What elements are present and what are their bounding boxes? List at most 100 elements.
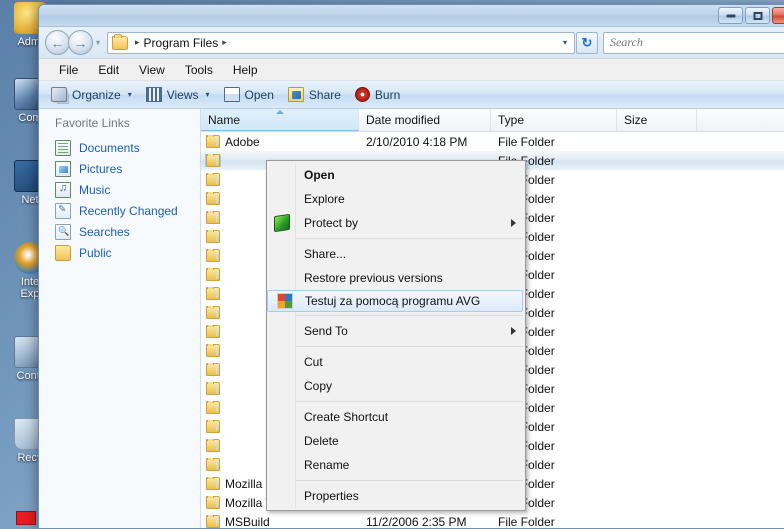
- column-header-label: Type: [498, 113, 525, 127]
- context-menu-item-create-shortcut[interactable]: Create Shortcut: [296, 405, 525, 429]
- folder-icon: [206, 230, 220, 243]
- title-bar[interactable]: [39, 5, 784, 27]
- toolbar-label: Share: [308, 87, 341, 102]
- breadcrumb[interactable]: ▸ Program Files ▸ ▾: [107, 31, 575, 54]
- minimize-button[interactable]: [718, 7, 743, 24]
- context-menu-item-label: Create Shortcut: [304, 410, 389, 424]
- music-icon: [55, 181, 71, 198]
- context-menu-item-open[interactable]: Open: [296, 163, 525, 187]
- file-name-label: MSBuild: [225, 514, 270, 529]
- context-menu-items: Open Explore Protect by Share... Restore pre…: [267, 163, 525, 508]
- toolbar-label: Views: [166, 87, 199, 102]
- toolbar-organize-button[interactable]: Organize ▾: [45, 84, 138, 106]
- context-menu-separator: [296, 401, 523, 402]
- sidebar-item-music[interactable]: Music: [39, 179, 200, 200]
- context-menu-item-label: Explore: [304, 192, 345, 206]
- menu-bar: File Edit View Tools Help: [39, 59, 784, 81]
- folder-icon: [206, 439, 220, 452]
- maximize-button[interactable]: [745, 7, 770, 24]
- file-name-cell: MSBuild: [201, 514, 359, 529]
- close-button[interactable]: [772, 7, 784, 24]
- breadcrumb-dropdown-icon[interactable]: ▾: [558, 38, 572, 47]
- burn-icon: [354, 87, 370, 102]
- documents-icon: [55, 139, 71, 156]
- folder-icon: [206, 268, 220, 281]
- sidebar-item-label: Documents: [79, 140, 140, 155]
- folder-icon: [206, 420, 220, 433]
- folder-icon: [206, 382, 220, 395]
- context-menu-separator: [296, 315, 523, 316]
- sidebar-items: Documents Pictures Music Recently Changed Se…: [39, 137, 200, 263]
- context-menu-separator: [296, 346, 523, 347]
- file-date-cell: 2/10/2010 4:18 PM: [366, 134, 468, 149]
- menu-tools[interactable]: Tools: [175, 59, 223, 81]
- sidebar-item-searches[interactable]: Searches: [39, 221, 200, 242]
- file-date-cell: 11/2/2006 2:35 PM: [366, 514, 467, 529]
- toolbar-share-button[interactable]: Share: [282, 84, 347, 106]
- breadcrumb-item-program-files[interactable]: Program Files: [144, 36, 219, 50]
- taskbar-red-marker: [16, 511, 36, 525]
- breadcrumb-separator-1: ▸: [222, 37, 227, 47]
- protect-by-icon: [274, 213, 290, 233]
- folder-icon: [112, 33, 128, 50]
- folder-icon: [206, 211, 220, 224]
- forward-arrow-icon: →: [73, 34, 88, 51]
- refresh-button[interactable]: ↻: [576, 31, 598, 54]
- menu-view[interactable]: View: [129, 59, 175, 81]
- folder-icon: [206, 173, 220, 186]
- recent-pages-dropdown[interactable]: ▾: [93, 38, 103, 47]
- folder-icon: [206, 344, 220, 357]
- context-menu-item-rename[interactable]: Rename: [296, 453, 525, 477]
- forward-button[interactable]: →: [68, 30, 93, 55]
- sidebar-item-public[interactable]: Public: [39, 242, 200, 263]
- context-menu-item-label: Testuj za pomocą programu AVG: [305, 294, 481, 308]
- sidebar-item-label: Searches: [79, 224, 130, 239]
- folder-icon: [206, 514, 220, 528]
- folder-icon: [206, 325, 220, 338]
- sidebar-item-documents[interactable]: Documents: [39, 137, 200, 158]
- table-row[interactable]: Adobe 2/10/2010 4:18 PM File Folder: [201, 132, 784, 151]
- chevron-right-icon: [511, 219, 516, 227]
- menu-help[interactable]: Help: [223, 59, 268, 81]
- views-icon: [145, 87, 162, 102]
- context-menu-item-restore-previous-versions[interactable]: Restore previous versions: [296, 266, 525, 290]
- context-menu-item-properties[interactable]: Properties: [296, 484, 525, 508]
- search-box[interactable]: [603, 31, 784, 54]
- sidebar-item-label: Recently Changed: [79, 203, 178, 218]
- back-button[interactable]: ←: [45, 30, 70, 55]
- file-type-cell: File Folder: [498, 514, 555, 529]
- toolbar-label: Burn: [374, 87, 401, 102]
- folder-icon: [206, 287, 220, 300]
- sidebar-item-recently-changed[interactable]: Recently Changed: [39, 200, 200, 221]
- context-menu-item-share[interactable]: Share...: [296, 242, 525, 266]
- toolbar-burn-button[interactable]: Burn: [349, 84, 406, 106]
- column-header-type[interactable]: Type: [491, 109, 617, 131]
- context-menu-item-label: Delete: [304, 434, 339, 448]
- menu-file[interactable]: File: [49, 59, 88, 81]
- chevron-down-icon[interactable]: ▾: [128, 90, 132, 99]
- context-menu-item-label: Copy: [304, 379, 333, 393]
- menu-edit[interactable]: Edit: [88, 59, 129, 81]
- context-menu-item-testuj-za-pomoc-programu-avg[interactable]: Testuj za pomocą programu AVG: [267, 290, 523, 312]
- context-menu-item-explore[interactable]: Explore: [296, 187, 525, 211]
- favorite-links-sidebar: Favorite Links Documents Pictures Music Rec…: [39, 109, 201, 528]
- chevron-down-icon[interactable]: ▾: [206, 90, 210, 99]
- toolbar-open-button[interactable]: Open: [218, 84, 280, 106]
- context-menu-item-label: Restore previous versions: [304, 271, 443, 285]
- column-header-size[interactable]: Size: [617, 109, 697, 131]
- back-arrow-icon: ←: [50, 34, 65, 51]
- column-header-date-modified[interactable]: Date modified: [359, 109, 491, 131]
- context-menu-item-protect-by[interactable]: Protect by: [274, 211, 525, 235]
- context-menu-item-send-to[interactable]: Send To: [296, 319, 525, 343]
- search-input[interactable]: [610, 35, 784, 50]
- folder-icon: [206, 495, 220, 509]
- table-row[interactable]: MSBuild 11/2/2006 2:35 PM File Folder: [201, 512, 784, 528]
- context-menu-item-delete[interactable]: Delete: [296, 429, 525, 453]
- toolbar-views-button[interactable]: Views ▾: [140, 84, 216, 106]
- context-menu-item-cut[interactable]: Cut: [296, 350, 525, 374]
- file-type-cell: File Folder: [498, 134, 555, 149]
- sort-ascending-icon: [275, 110, 284, 114]
- sidebar-item-pictures[interactable]: Pictures: [39, 158, 200, 179]
- column-header-name[interactable]: Name: [201, 109, 359, 131]
- context-menu-item-copy[interactable]: Copy: [296, 374, 525, 398]
